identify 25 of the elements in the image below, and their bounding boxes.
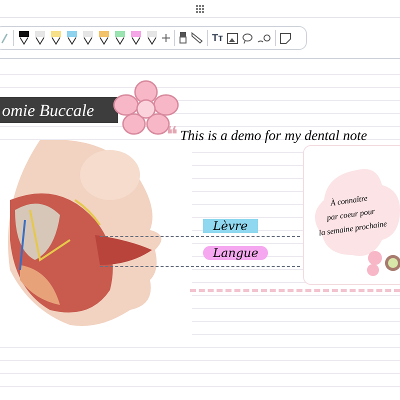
speech-bubble-icon[interactable] [242,32,254,44]
pen-icon[interactable] [130,31,142,45]
ruler-icon[interactable] [191,32,203,44]
plus-icon[interactable] [162,34,170,42]
pen-icon[interactable] [146,31,158,45]
pen-icon[interactable] [50,31,62,45]
drag-handle-icon[interactable] [196,4,204,12]
pen-icon[interactable] [18,31,30,45]
flower-sticker [112,80,180,136]
quote-mark: ❝ [166,125,178,147]
text-tool[interactable]: Tт [212,30,224,46]
pen-icon[interactable] [34,31,46,45]
image-icon[interactable] [227,32,238,44]
highlighter-icon[interactable] [257,32,272,44]
quote-text: This is a demo for my dental note [180,128,368,146]
highlighted-label: Langue [203,246,268,260]
pen-icon[interactable] [98,31,110,45]
eraser-icon[interactable] [179,32,187,44]
title-banner: omie Buccale [0,97,118,123]
sticky-note-icon[interactable] [280,32,292,44]
pen-icon[interactable] [66,31,78,45]
pen-icon[interactable] [82,31,94,45]
highlighted-label: Lèvre [203,219,258,233]
pen-icon[interactable] [114,31,126,45]
flower-sticker [365,248,400,278]
